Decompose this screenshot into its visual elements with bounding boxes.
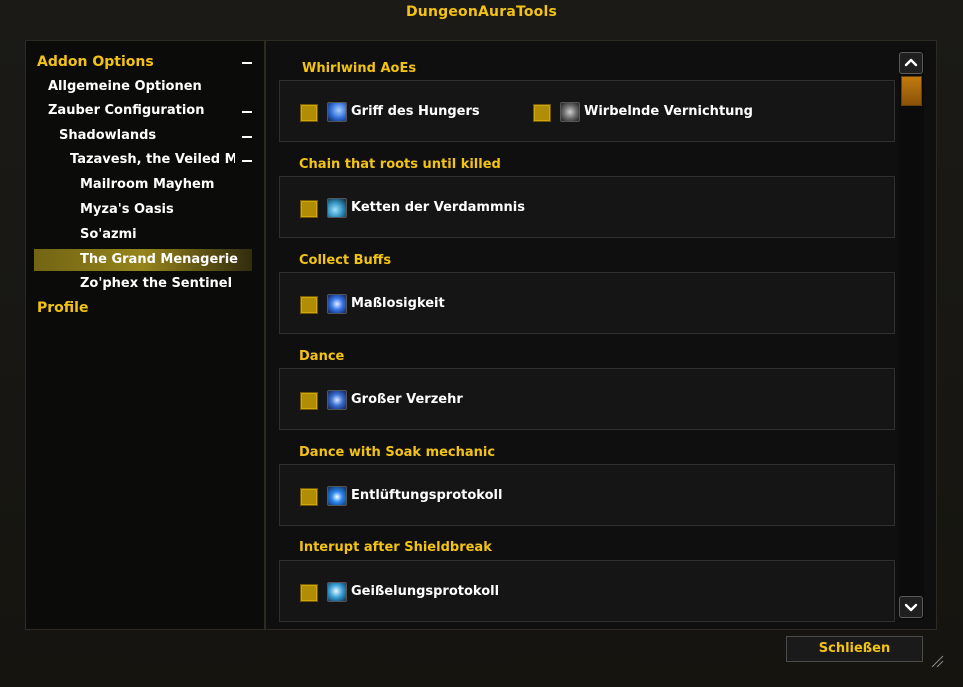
- spell-label: Geißelungsprotokoll: [351, 584, 500, 599]
- venting-protocol-icon: [327, 486, 347, 506]
- group-title: Whirlwind AoEs: [302, 61, 417, 76]
- scroll-thumb[interactable]: [901, 76, 922, 106]
- checkbox[interactable]: [300, 296, 318, 314]
- chevron-up-icon: [904, 58, 918, 67]
- scroll-down-button[interactable]: [899, 596, 923, 618]
- tree-item-soazmi[interactable]: So'azmi: [80, 224, 137, 246]
- spell-label: Maßlosigkeit: [351, 296, 445, 311]
- addon-window: DungeonAuraTools Addon Options Allgemein…: [0, 0, 963, 687]
- group-title: Interupt after Shieldbreak: [299, 540, 492, 555]
- tree-item-shadowlands[interactable]: Shadowlands: [59, 125, 156, 147]
- group-box: Ketten der Verdammnis: [279, 176, 895, 238]
- checkbox[interactable]: [300, 200, 318, 218]
- resize-grip-icon[interactable]: [930, 654, 944, 668]
- checkbox[interactable]: [533, 104, 551, 122]
- spell-label: Griff des Hungers: [351, 104, 480, 119]
- scroll-up-button[interactable]: [899, 52, 923, 74]
- spell-label: Entlüftungsprotokoll: [351, 488, 503, 503]
- group-box: Geißelungsprotokoll: [279, 560, 895, 622]
- options-content: Whirlwind AoEs Griff des Hungers Wirbeln…: [265, 40, 937, 630]
- close-button[interactable]: Schließen: [786, 636, 923, 662]
- checkbox[interactable]: [300, 392, 318, 410]
- tree-item-zophex[interactable]: Zo'phex the Sentinel: [80, 273, 232, 295]
- tree-item-general-options[interactable]: Allgemeine Optionen: [48, 76, 202, 98]
- collapse-icon[interactable]: [242, 160, 252, 162]
- checkbox[interactable]: [300, 584, 318, 602]
- spell-label: Großer Verzehr: [351, 392, 463, 407]
- whirling-annihilation-icon: [560, 102, 580, 122]
- options-tree: Addon Options Allgemeine Optionen Zauber…: [25, 40, 265, 630]
- group-box: Maßlosigkeit: [279, 272, 895, 334]
- spell-label: Ketten der Verdammnis: [351, 200, 525, 215]
- checkbox[interactable]: [300, 104, 318, 122]
- group-title: Dance: [299, 349, 345, 364]
- chevron-down-icon: [904, 603, 918, 612]
- tree-item-tazavesh[interactable]: Tazavesh, the Veiled Mark...: [70, 149, 235, 171]
- group-title: Dance with Soak mechanic: [299, 445, 496, 460]
- group-box: Griff des Hungers Wirbelnde Vernichtung: [279, 80, 895, 142]
- chains-icon: [327, 198, 347, 218]
- tree-item-profile[interactable]: Profile: [37, 297, 88, 319]
- scourging-protocol-icon: [327, 582, 347, 602]
- grand-consumption-icon: [327, 390, 347, 410]
- group-box: Entlüftungsprotokoll: [279, 464, 895, 526]
- gluttony-icon: [327, 294, 347, 314]
- group-box: Großer Verzehr: [279, 368, 895, 430]
- group-title: Chain that roots until killed: [299, 157, 501, 172]
- collapse-icon[interactable]: [242, 62, 252, 64]
- tree-item-myzas-oasis[interactable]: Myza's Oasis: [80, 199, 174, 221]
- hunger-grip-icon: [327, 102, 347, 122]
- content-scrollbar[interactable]: [899, 50, 924, 620]
- tree-item-addon-options[interactable]: Addon Options: [37, 51, 154, 73]
- collapse-icon[interactable]: [242, 111, 252, 113]
- spell-label: Wirbelnde Vernichtung: [584, 104, 753, 119]
- group-title: Collect Buffs: [299, 253, 392, 268]
- window-title: DungeonAuraTools: [405, 4, 558, 20]
- tree-item-mailroom-mayhem[interactable]: Mailroom Mayhem: [80, 174, 214, 196]
- collapse-icon[interactable]: [242, 136, 252, 138]
- checkbox[interactable]: [300, 488, 318, 506]
- tree-item-spell-configuration[interactable]: Zauber Configuration: [48, 100, 204, 122]
- tree-item-grand-menagerie[interactable]: The Grand Menagerie: [80, 249, 238, 271]
